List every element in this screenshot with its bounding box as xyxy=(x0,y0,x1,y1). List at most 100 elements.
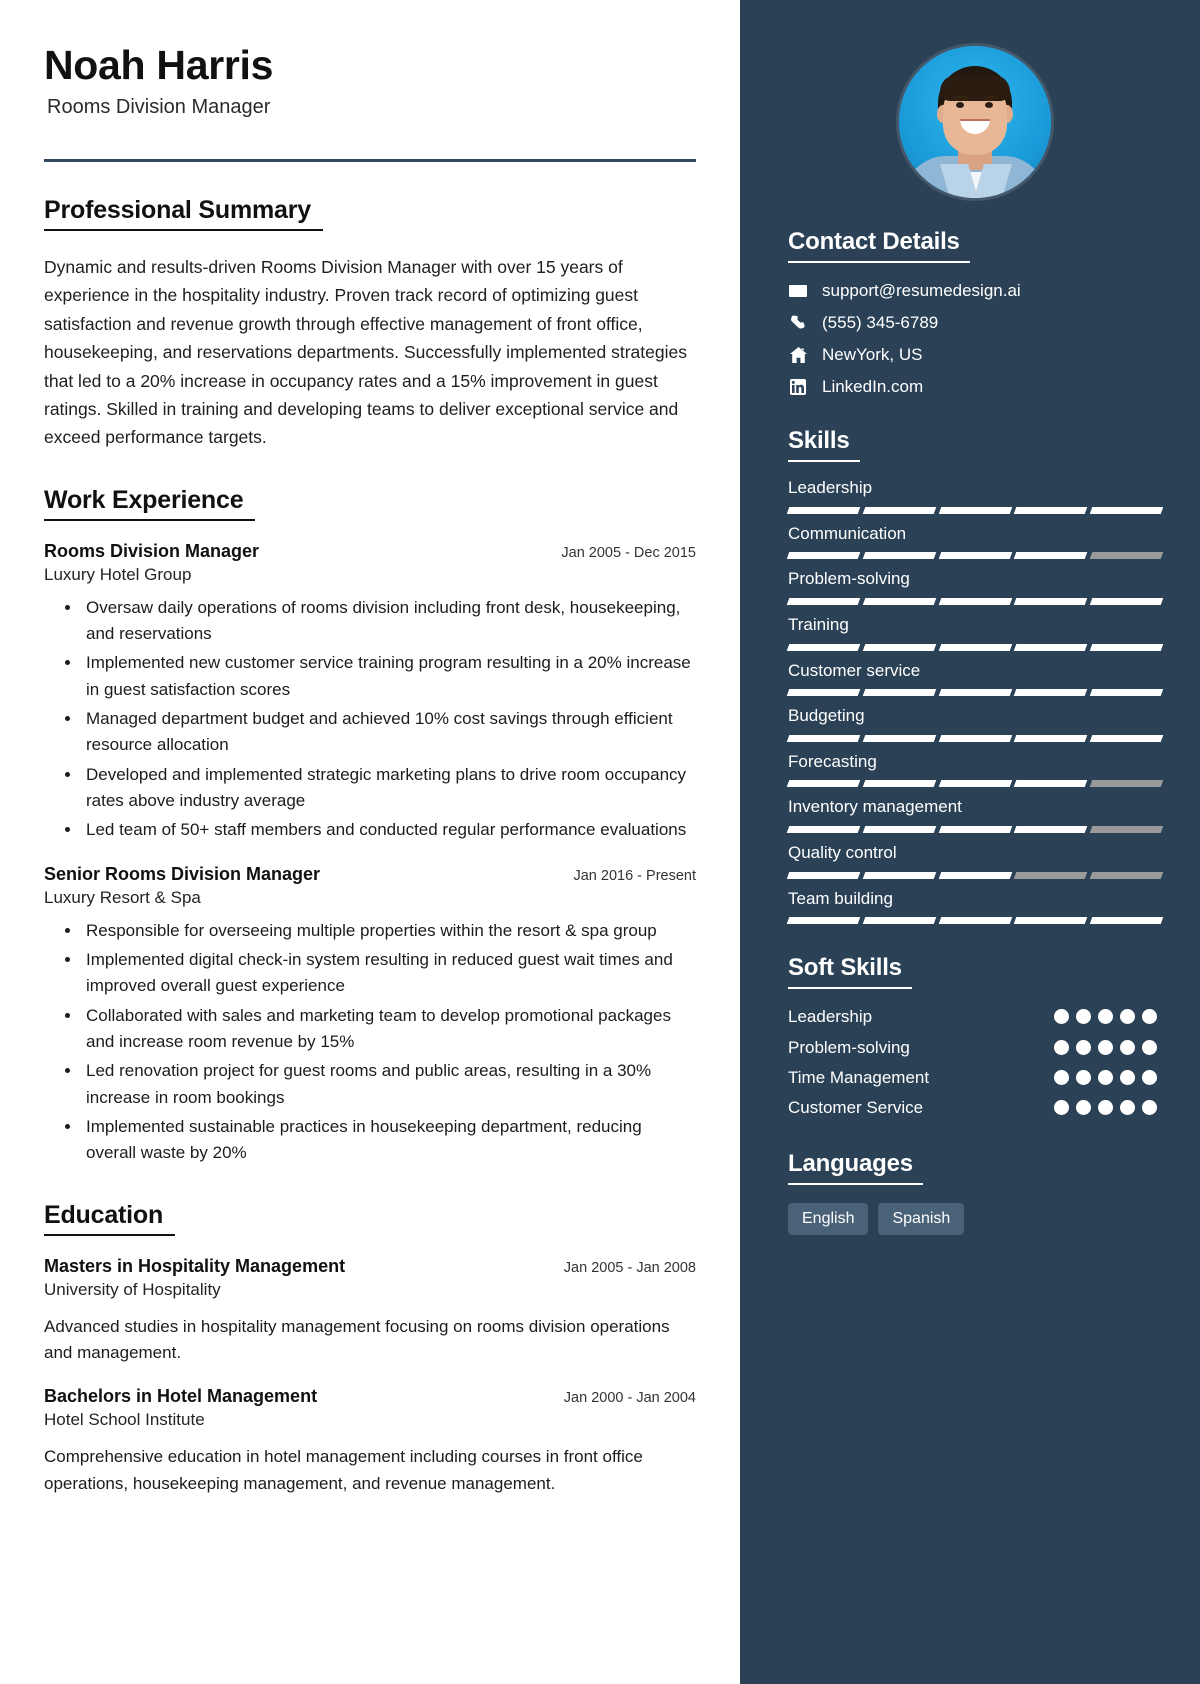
education-entry-institution: University of Hospitality xyxy=(44,1279,221,1299)
avatar-eyebrow-right xyxy=(983,96,998,101)
rating-dot xyxy=(1142,1069,1157,1085)
work-entry-header: Senior Rooms Division Manager Jan 2016 - … xyxy=(44,864,696,885)
contact-row[interactable]: support@resumedesign.ai xyxy=(788,281,1162,301)
skill-name: Training xyxy=(788,614,849,634)
education-entry-description: Advanced studies in hospitality manageme… xyxy=(44,1316,670,1363)
skill-name: Customer service xyxy=(788,660,921,680)
skill-bar-segment xyxy=(862,552,936,560)
skill-bar-segment xyxy=(1014,871,1088,879)
section-title-work: Work Experience xyxy=(44,486,256,521)
work-entry: Senior Rooms Division Manager Jan 2016 - … xyxy=(44,864,696,1167)
summary-text: Dynamic and results-driven Rooms Divisio… xyxy=(44,257,687,448)
skill-bar-segment xyxy=(1089,506,1164,514)
skill-bar-segment xyxy=(862,917,936,925)
soft-skill-name: Customer Service xyxy=(788,1097,924,1117)
skill-row: Inventory management xyxy=(786,795,1164,834)
skill-name: Leadership xyxy=(788,478,873,497)
bullet-item: Implemented sustainable practices in hou… xyxy=(82,1114,696,1167)
skill-bar-segment xyxy=(786,734,861,742)
contact-row[interactable]: (555) 345-6789 xyxy=(788,313,1162,333)
work-experience-section: Work Experience Rooms Division Manager Ja… xyxy=(44,486,696,1167)
education-entry-title: Bachelors in Hotel Management xyxy=(44,1386,318,1407)
skill-bar-segment xyxy=(938,552,1012,560)
rating-dot xyxy=(1076,1099,1091,1115)
section-title-skills: Skills xyxy=(788,427,860,462)
skill-bar-segment xyxy=(786,552,861,560)
languages-section: Languages English Spanish xyxy=(788,1150,1162,1235)
rating-dot xyxy=(1142,1009,1157,1025)
bullet-item: Implemented digital check-in system resu… xyxy=(82,947,696,1000)
header-block: Noah Harris Rooms Division Manager xyxy=(44,42,696,163)
skills-section: Skills Leadership Communication Problem-so… xyxy=(786,427,1164,925)
candidate-name: Noah Harris xyxy=(44,42,274,88)
education-entry-list: Masters in Hospitality Management Jan 200… xyxy=(44,1256,696,1497)
skill-bar-segment xyxy=(1014,506,1088,514)
soft-skill-rating xyxy=(1054,1005,1162,1025)
skill-row: Communication xyxy=(786,522,1164,560)
contact-value: support@resumedesign.ai xyxy=(822,281,1021,300)
soft-skill-rating xyxy=(1054,1096,1162,1115)
skill-bar-segment xyxy=(1089,917,1164,925)
skill-level-bar xyxy=(786,780,1164,788)
rating-dot xyxy=(1098,1069,1113,1085)
linkedin-icon xyxy=(788,379,808,395)
education-entry-description: Comprehensive education in hotel managem… xyxy=(44,1447,643,1493)
rating-dot xyxy=(1120,1009,1135,1025)
work-entry-header: Rooms Division Manager Jan 2005 - Dec 201… xyxy=(44,541,696,562)
professional-summary-section: Professional Summary Dynamic and results… xyxy=(44,196,696,451)
envelope-icon xyxy=(788,284,808,298)
skill-level-bar xyxy=(786,826,1164,834)
skill-bar-segment xyxy=(1014,734,1088,742)
skill-bar-segment xyxy=(1089,643,1164,651)
skill-bar-segment xyxy=(1089,552,1164,560)
avatar-container xyxy=(788,0,1162,198)
skill-row: Leadership xyxy=(786,476,1164,514)
rating-dot xyxy=(1142,1099,1157,1115)
soft-skill-name: Time Management xyxy=(788,1067,930,1087)
skill-bar-segment xyxy=(862,734,936,742)
skill-bar-segment xyxy=(862,826,936,834)
language-chip: Spanish xyxy=(878,1202,965,1235)
soft-skill-rating xyxy=(1054,1036,1162,1055)
rating-dot xyxy=(1054,1099,1069,1115)
work-entry-bullets: Oversaw daily operations of rooms divisi… xyxy=(44,595,696,844)
skill-bar-segment xyxy=(1089,734,1164,742)
work-entry-bullets: Responsible for overseeing multiple prop… xyxy=(44,918,696,1167)
education-entry-institution: Hotel School Institute xyxy=(44,1410,205,1430)
skill-bar-segment xyxy=(862,871,936,879)
skill-row: Training xyxy=(786,613,1164,651)
skill-name: Inventory management xyxy=(788,797,962,817)
skill-bar-segment xyxy=(1014,917,1088,925)
section-title-summary: Professional Summary xyxy=(44,196,323,232)
phone-icon xyxy=(788,314,808,332)
skill-level-bar xyxy=(786,917,1164,925)
contact-list: support@resumedesign.ai (555) 345-6789 New… xyxy=(788,281,1162,397)
candidate-role: Rooms Division Manager xyxy=(47,96,271,119)
soft-skills-list: Leadership Problem-solving Time Management… xyxy=(788,1005,1162,1120)
contact-row[interactable]: LinkedIn.com xyxy=(788,377,1162,397)
rating-dot xyxy=(1054,1039,1069,1055)
contact-row[interactable]: NewYork, US xyxy=(788,345,1162,365)
bullet-item: Oversaw daily operations of rooms divisi… xyxy=(82,595,696,648)
section-title-contact: Contact Details xyxy=(788,228,970,263)
resume-main-column: Noah Harris Rooms Division Manager Profe… xyxy=(0,0,740,1684)
contact-value: (555) 345-6789 xyxy=(822,313,939,332)
rating-dot xyxy=(1120,1039,1135,1055)
bullet-item: Collaborated with sales and marketing te… xyxy=(82,1003,696,1056)
skill-name: Communication xyxy=(788,523,907,543)
skill-name: Problem-solving xyxy=(788,569,910,589)
skill-bar-segment xyxy=(786,780,861,788)
skill-level-bar xyxy=(786,643,1164,651)
work-entry-date: Jan 2016 - Present xyxy=(573,867,696,884)
skill-row: Problem-solving xyxy=(786,567,1164,605)
skill-bar-segment xyxy=(938,643,1012,651)
skill-bar-segment xyxy=(786,597,861,605)
skill-level-bar xyxy=(786,734,1164,742)
skill-bar-segment xyxy=(862,643,936,651)
header-divider xyxy=(44,159,696,163)
skill-bar-segment xyxy=(1014,597,1088,605)
section-title-languages: Languages xyxy=(788,1150,923,1185)
skill-row: Forecasting xyxy=(786,750,1164,788)
skill-bar-segment xyxy=(1014,780,1088,788)
skill-bar-segment xyxy=(938,597,1012,605)
